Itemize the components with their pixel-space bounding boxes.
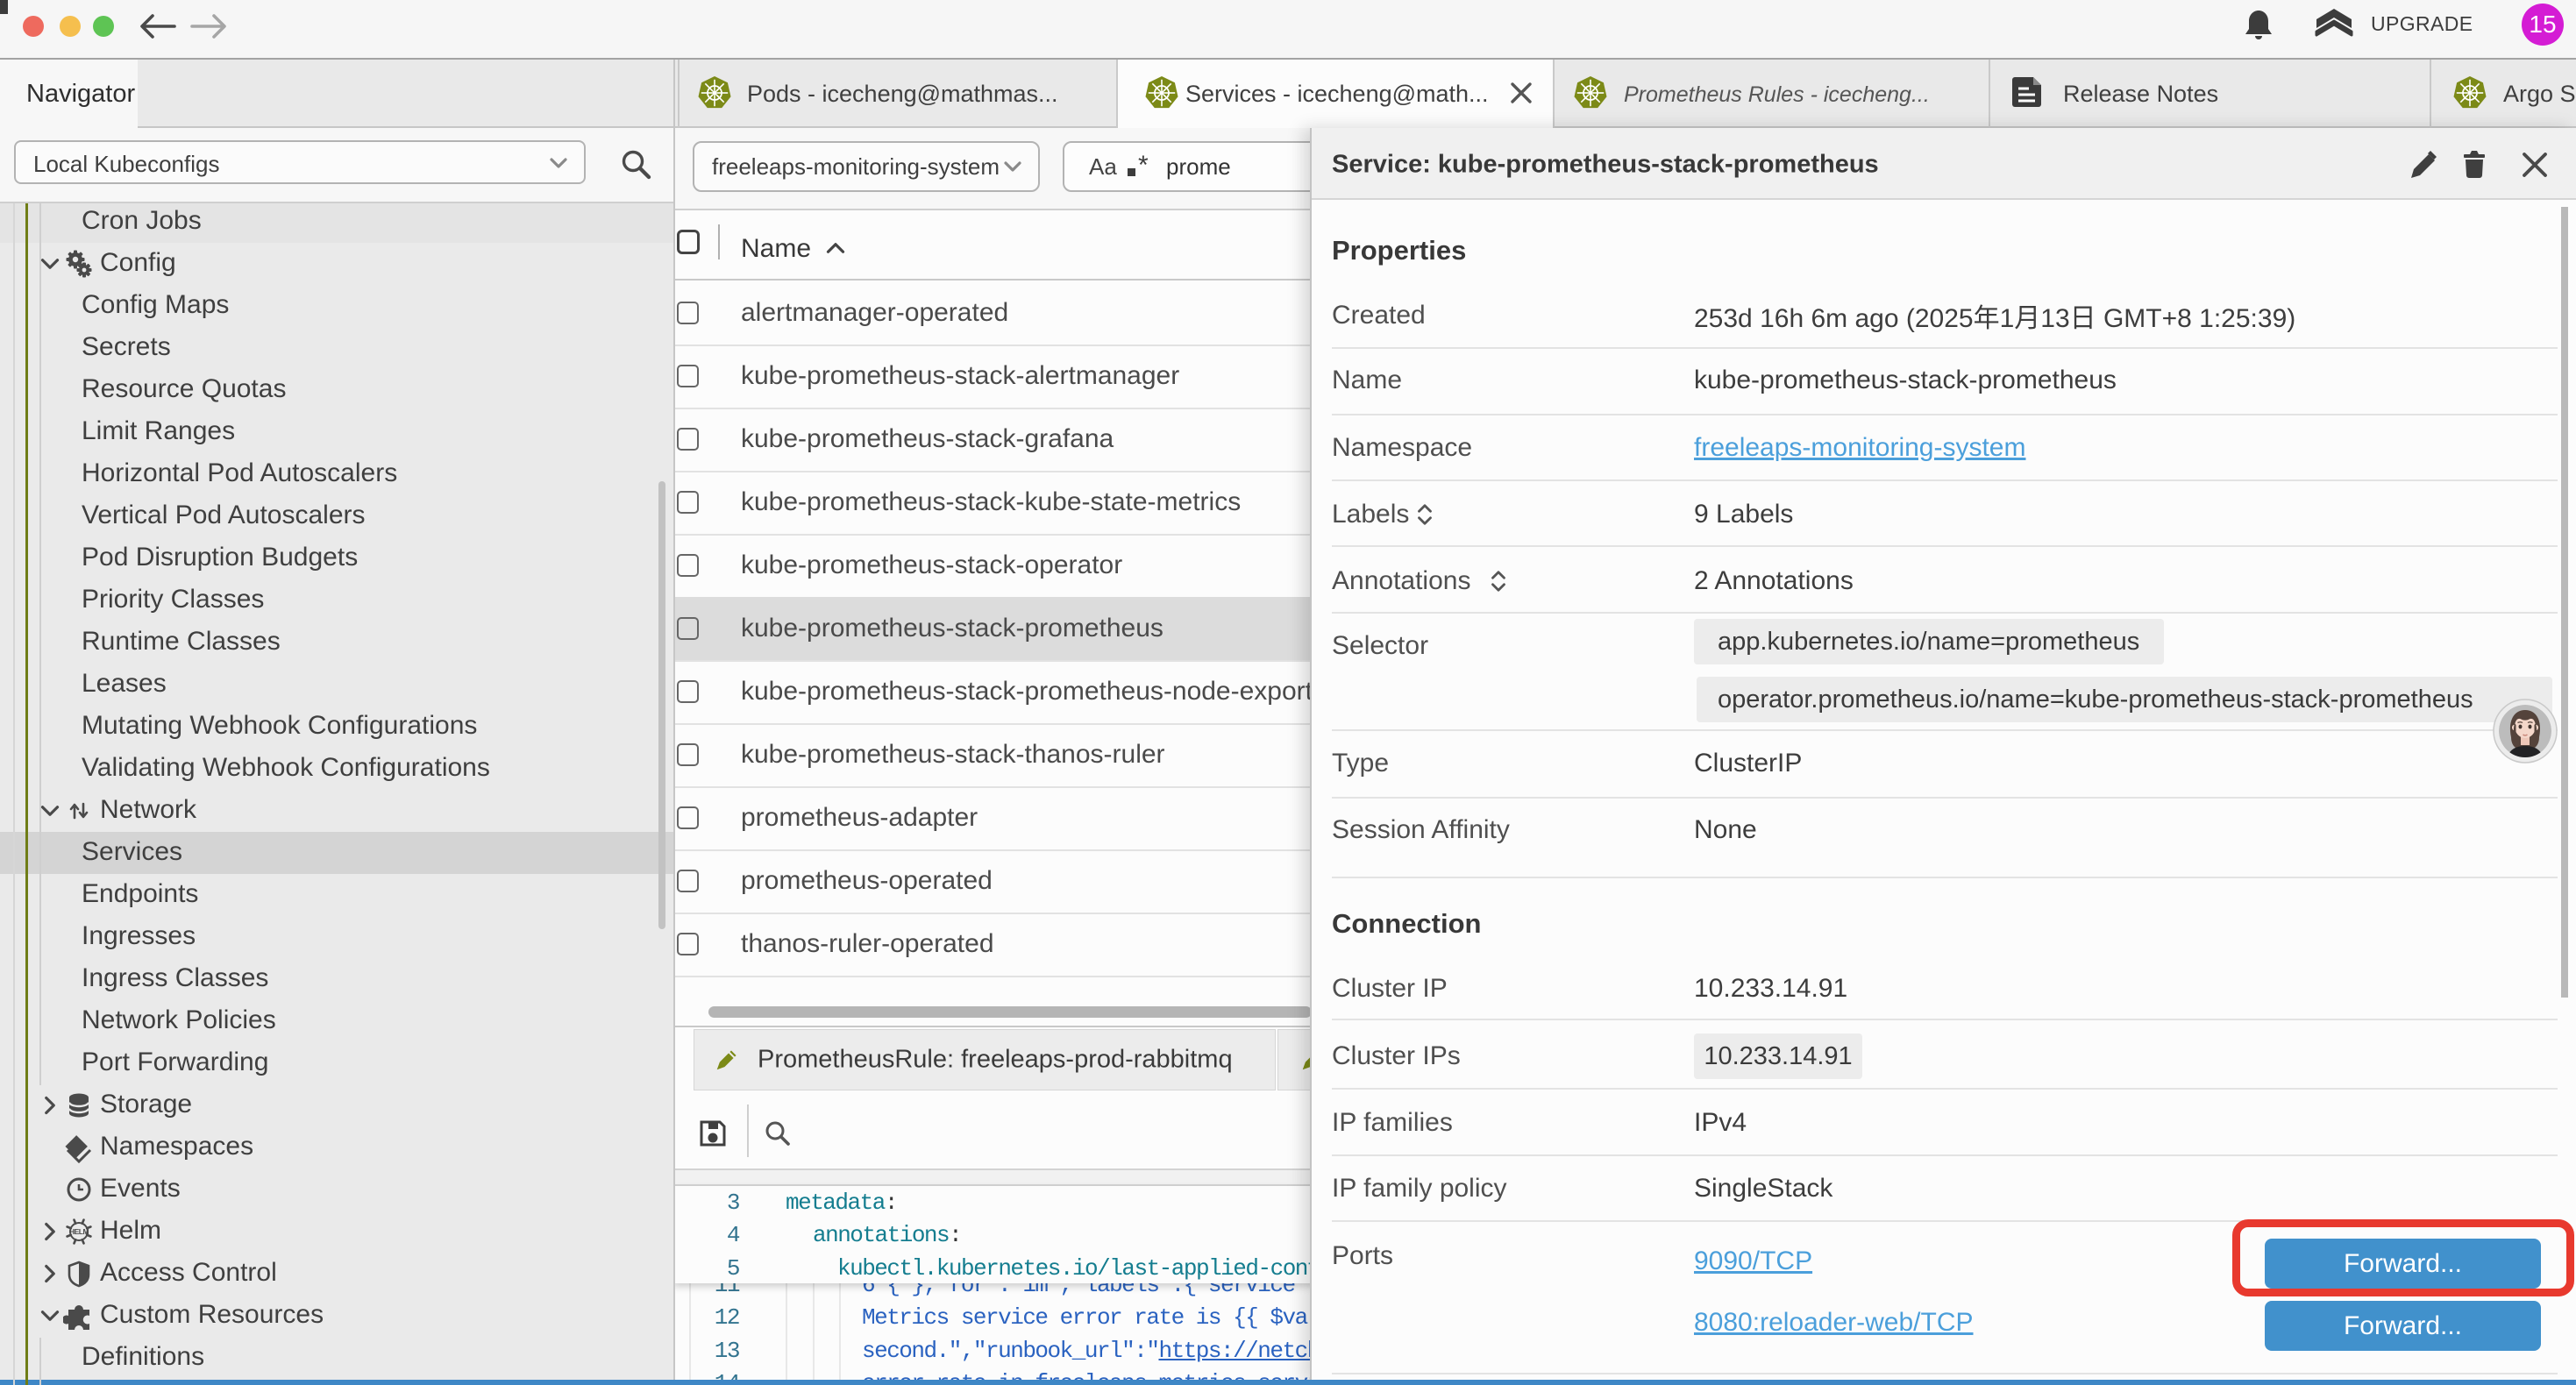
svg-text:*: * <box>1138 151 1149 180</box>
svg-text:HELM: HELM <box>69 1227 89 1236</box>
